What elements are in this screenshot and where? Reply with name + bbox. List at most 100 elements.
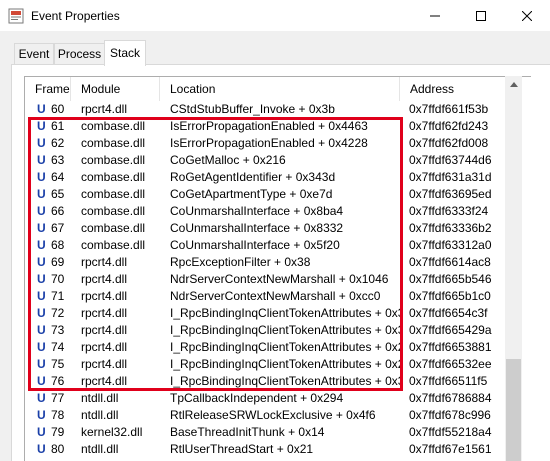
- stack-list[interactable]: Frame Module Location Address U 60 rpcrt4.…: [24, 76, 531, 461]
- vertical-scrollbar[interactable]: [505, 76, 522, 461]
- frame-marker-icon: U: [37, 425, 46, 439]
- scroll-up-button[interactable]: [505, 76, 522, 93]
- module-name: rpcrt4.dll: [81, 374, 128, 388]
- minimize-button[interactable]: [412, 0, 458, 31]
- location: RoGetAgentIdentifier + 0x343d: [170, 170, 336, 184]
- module-name: combase.dll: [81, 187, 146, 201]
- address: 0x7ffdf63336b2: [409, 221, 492, 235]
- maximize-button[interactable]: [458, 0, 504, 31]
- stack-row[interactable]: U 70 rpcrt4.dll NdrServerContextNewMarshall…: [25, 271, 506, 288]
- location: CoUnmarshalInterface + 0x8332: [170, 221, 344, 235]
- tab-stack[interactable]: Stack: [104, 40, 146, 66]
- frame-marker-icon: U: [37, 391, 46, 405]
- location: CoGetApartmentType + 0xe7d: [170, 187, 333, 201]
- module-name: ntdll.dll: [81, 391, 119, 405]
- frame-marker-icon: U: [37, 340, 46, 354]
- location: BaseThreadInitThunk + 0x14: [170, 425, 325, 439]
- location: CStdStubBuffer_Invoke + 0x3b: [170, 102, 335, 116]
- stack-row[interactable]: U 74 rpcrt4.dll I_RpcBindingInqClientTokenA…: [25, 339, 506, 356]
- address: 0x7ffdf6614ac8: [409, 255, 491, 269]
- address: 0x7ffdf6653881: [409, 340, 492, 354]
- stack-row[interactable]: U 75 rpcrt4.dll I_RpcBindingInqClientTokenA…: [25, 356, 506, 373]
- module-name: rpcrt4.dll: [81, 306, 128, 320]
- tab-event[interactable]: Event: [14, 43, 54, 64]
- location: IsErrorPropagationEnabled + 0x4228: [170, 136, 368, 150]
- chevron-up-icon: [509, 82, 518, 87]
- stack-rows: U 60 rpcrt4.dll CStdStubBuffer_Invoke + 0x3…: [25, 101, 506, 458]
- title-bar: Event Properties: [0, 0, 550, 31]
- stack-row[interactable]: U 79 kernel32.dll BaseThreadInitThunk + 0x1…: [25, 424, 506, 441]
- frame-number: 62: [51, 136, 65, 150]
- tab-process[interactable]: Process: [54, 43, 105, 64]
- frame-number: 60: [51, 102, 65, 116]
- stack-row[interactable]: U 66 combase.dll CoUnmarshalInterface + 0x8…: [25, 203, 506, 220]
- window-title: Event Properties: [31, 9, 120, 23]
- maximize-icon: [476, 10, 486, 21]
- stack-row[interactable]: U 67 combase.dll CoUnmarshalInterface + 0x8…: [25, 220, 506, 237]
- address: 0x7ffdf63744d6: [409, 153, 492, 167]
- module-name: rpcrt4.dll: [81, 272, 128, 286]
- stack-row[interactable]: U 78 ntdll.dll RtlReleaseSRWLockExclusive +…: [25, 407, 506, 424]
- module-name: rpcrt4.dll: [81, 289, 128, 303]
- frame-number: 77: [51, 391, 65, 405]
- frame-marker-icon: U: [37, 204, 46, 218]
- column-header-frame[interactable]: Frame: [25, 77, 71, 101]
- stack-row[interactable]: U 65 combase.dll CoGetApartmentType + 0xe7d…: [25, 186, 506, 203]
- frame-marker-icon: U: [37, 187, 46, 201]
- frame-number: 79: [51, 425, 65, 439]
- stack-row[interactable]: U 71 rpcrt4.dll NdrServerContextNewMarshall…: [25, 288, 506, 305]
- stack-row[interactable]: U 63 combase.dll CoGetMalloc + 0x216 0x7ffdf…: [25, 152, 506, 169]
- location: TpCallbackIndependent + 0x294: [170, 391, 344, 405]
- close-icon: [522, 10, 532, 21]
- stack-row[interactable]: U 62 combase.dll IsErrorPropagationEnabled …: [25, 135, 506, 152]
- module-name: combase.dll: [81, 153, 146, 167]
- column-header-location[interactable]: Location: [160, 77, 400, 101]
- frame-number: 63: [51, 153, 65, 167]
- frame-number: 67: [51, 221, 65, 235]
- stack-row[interactable]: U 69 rpcrt4.dll RpcExceptionFilter + 0x38 0x…: [25, 254, 506, 271]
- frame-marker-icon: U: [37, 408, 46, 422]
- location: CoUnmarshalInterface + 0x5f20: [170, 238, 340, 252]
- frame-number: 70: [51, 272, 65, 286]
- frame-marker-icon: U: [37, 238, 46, 252]
- stack-row[interactable]: U 77 ntdll.dll TpCallbackIndependent + 0x29…: [25, 390, 506, 407]
- module-name: combase.dll: [81, 238, 146, 252]
- module-name: rpcrt4.dll: [81, 357, 128, 371]
- address: 0x7ffdf66532ee: [409, 357, 492, 371]
- frame-number: 64: [51, 170, 65, 184]
- stack-row[interactable]: U 76 rpcrt4.dll I_RpcBindingInqClientTokenA…: [25, 373, 506, 390]
- stack-row[interactable]: U 64 combase.dll RoGetAgentIdentifier + 0x3…: [25, 169, 506, 186]
- frame-marker-icon: U: [37, 255, 46, 269]
- address: 0x7ffdf62fd243: [409, 119, 489, 133]
- frame-number: 68: [51, 238, 65, 252]
- frame-number: 61: [51, 119, 65, 133]
- column-header-module[interactable]: Module: [71, 77, 160, 101]
- location: RpcExceptionFilter + 0x38: [170, 255, 311, 269]
- address: 0x7ffdf6654c3f: [409, 306, 488, 320]
- address: 0x7ffdf66511f5: [409, 374, 488, 388]
- stack-row[interactable]: U 60 rpcrt4.dll CStdStubBuffer_Invoke + 0x3…: [25, 101, 506, 118]
- frame-number: 73: [51, 323, 65, 337]
- frame-marker-icon: U: [37, 306, 46, 320]
- close-button[interactable]: [504, 0, 550, 31]
- stack-row[interactable]: U 61 combase.dll IsErrorPropagationEnabled …: [25, 118, 506, 135]
- module-name: ntdll.dll: [81, 442, 119, 456]
- location: I_RpcBindingInqClientTokenAttributes + 0…: [170, 323, 402, 337]
- location: I_RpcBindingInqClientTokenAttributes + 0…: [170, 340, 402, 354]
- address: 0x7ffdf63312a0: [409, 238, 492, 252]
- location: RtlUserThreadStart + 0x21: [170, 442, 314, 456]
- frame-number: 75: [51, 357, 65, 371]
- frame-number: 78: [51, 408, 65, 422]
- stack-row[interactable]: U 72 rpcrt4.dll I_RpcBindingInqClientTokenA…: [25, 305, 506, 322]
- module-name: rpcrt4.dll: [81, 102, 128, 116]
- stack-row[interactable]: U 80 ntdll.dll RtlUserThreadStart + 0x21 0x7…: [25, 441, 506, 458]
- frame-marker-icon: U: [37, 153, 46, 167]
- stack-row[interactable]: U 68 combase.dll CoUnmarshalInterface + 0x5…: [25, 237, 506, 254]
- location: I_RpcBindingInqClientTokenAttributes + 0…: [170, 357, 402, 371]
- list-header: Frame Module Location Address: [25, 77, 531, 101]
- stack-row[interactable]: U 73 rpcrt4.dll I_RpcBindingInqClientTokenA…: [25, 322, 506, 339]
- frame-marker-icon: U: [37, 323, 46, 337]
- location: IsErrorPropagationEnabled + 0x4463: [170, 119, 368, 133]
- location: RtlReleaseSRWLockExclusive + 0x4f6: [170, 408, 376, 422]
- scrollbar-thumb[interactable]: [506, 359, 521, 461]
